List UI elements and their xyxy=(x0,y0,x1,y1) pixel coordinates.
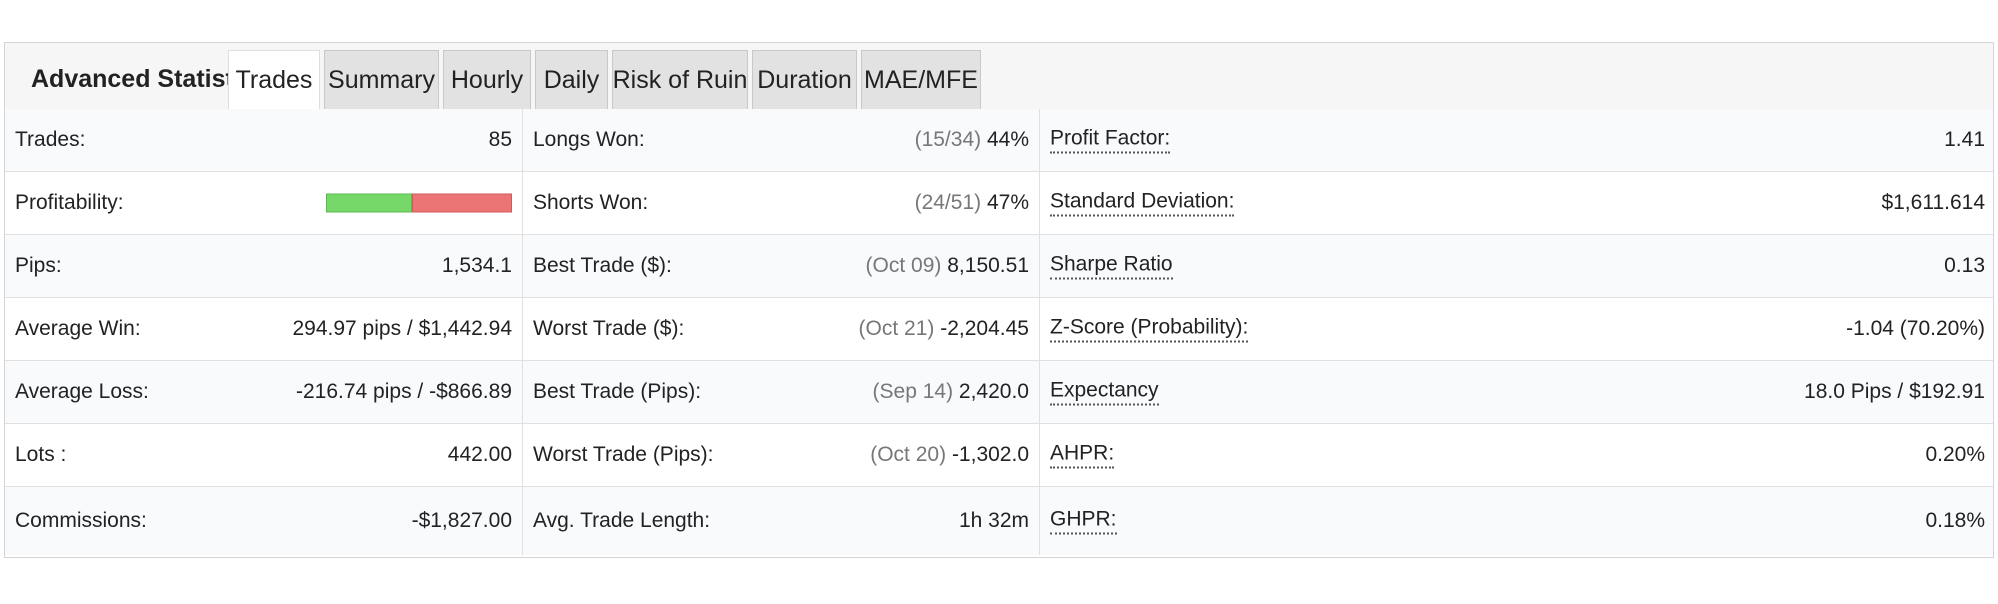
stat-expectancy: Expectancy 18.0 Pips / $192.91 xyxy=(1039,361,1995,423)
table-row: Pips: 1,534.1 Best Trade ($): (Oct 09) 8… xyxy=(5,235,1993,298)
stat-value: 0.20% xyxy=(1925,443,1985,466)
profitability-win-segment xyxy=(326,193,412,213)
stat-label: Commissions: xyxy=(15,509,147,532)
stat-label[interactable]: AHPR: xyxy=(1050,442,1115,469)
stat-value: -1.04 (70.20%) xyxy=(1846,317,1985,340)
stat-ahpr: AHPR: 0.20% xyxy=(1039,424,1995,486)
stat-label: Profitability: xyxy=(15,191,124,214)
stat-trades: Trades: 85 xyxy=(5,109,522,171)
tab-summary[interactable]: Summary xyxy=(324,50,439,109)
tab-daily[interactable]: Daily xyxy=(535,50,608,109)
stat-label[interactable]: Z-Score (Probability): xyxy=(1050,316,1249,343)
stat-commissions: Commissions: -$1,827.00 xyxy=(5,487,522,555)
stat-value: 294.97 pips / $1,442.94 xyxy=(292,317,512,340)
stat-label[interactable]: Sharpe Ratio xyxy=(1050,253,1173,280)
stat-value: 47% xyxy=(986,191,1029,214)
profitability-bar xyxy=(326,193,512,213)
tab-risk-of-ruin[interactable]: Risk of Ruin xyxy=(612,50,748,109)
stat-value: 1.41 xyxy=(1944,128,1985,151)
stat-ghpr: GHPR: 0.18% xyxy=(1039,487,1995,555)
stat-value: $1,611.614 xyxy=(1881,191,1985,214)
stat-value: -1,302.0 xyxy=(951,443,1029,466)
stat-note: (Oct 21) xyxy=(858,317,935,340)
stat-lots: Lots : 442.00 xyxy=(5,424,522,486)
stat-note: (24/51) xyxy=(914,191,982,214)
stat-label: Longs Won: xyxy=(533,128,645,151)
stat-label: Average Loss: xyxy=(15,380,149,403)
stat-label: Best Trade (Pips): xyxy=(533,380,702,403)
stat-label[interactable]: Expectancy xyxy=(1050,379,1159,406)
stat-label[interactable]: GHPR: xyxy=(1050,508,1117,535)
stat-value-group: (Sep 14) 2,420.0 xyxy=(873,380,1029,404)
advanced-statistics-panel: Advanced Statistics Trades Summary Hourl… xyxy=(4,42,1994,558)
stat-value: 442.00 xyxy=(447,443,512,466)
stat-value: 8,150.51 xyxy=(947,254,1029,277)
stat-label: Worst Trade ($): xyxy=(533,317,685,340)
stat-avg-trade-length: Avg. Trade Length: 1h 32m xyxy=(522,487,1039,555)
stat-value: 18.0 Pips / $192.91 xyxy=(1804,380,1985,403)
profitability-loss-segment xyxy=(411,193,512,213)
stat-label: Best Trade ($): xyxy=(533,254,672,277)
stat-shorts-won: Shorts Won: (24/51) 47% xyxy=(522,172,1039,234)
stat-note: (Sep 14) xyxy=(872,380,954,403)
stat-profitability: Profitability: xyxy=(5,172,522,234)
stat-value-group: (Oct 20) -1,302.0 xyxy=(870,443,1029,467)
stat-value: 1h 32m xyxy=(958,509,1029,532)
stat-sharpe-ratio: Sharpe Ratio 0.13 xyxy=(1039,235,1995,297)
stat-best-trade-pips: Best Trade (Pips): (Sep 14) 2,420.0 xyxy=(522,361,1039,423)
stat-label[interactable]: Profit Factor: xyxy=(1050,127,1171,154)
stat-value: 44% xyxy=(986,128,1029,151)
stat-label: Average Win: xyxy=(15,317,141,340)
stat-value-group: (24/51) 47% xyxy=(915,191,1029,215)
stat-value: -216.74 pips / -$866.89 xyxy=(296,380,512,403)
stat-label: Avg. Trade Length: xyxy=(533,509,711,532)
stat-value: -$1,827.00 xyxy=(411,509,512,532)
stat-average-loss: Average Loss: -216.74 pips / -$866.89 xyxy=(5,361,522,423)
stat-value: -2,204.45 xyxy=(940,317,1029,340)
table-row: Commissions: -$1,827.00 Avg. Trade Lengt… xyxy=(5,487,1993,555)
stat-standard-deviation: Standard Deviation: $1,611.614 xyxy=(1039,172,1995,234)
table-row: Lots : 442.00 Worst Trade (Pips): (Oct 2… xyxy=(5,424,1993,487)
stat-value-group: (Oct 09) 8,150.51 xyxy=(866,254,1029,278)
tab-hourly[interactable]: Hourly xyxy=(443,50,531,109)
stat-worst-trade-dollars: Worst Trade ($): (Oct 21) -2,204.45 xyxy=(522,298,1039,360)
table-row: Average Win: 294.97 pips / $1,442.94 Wor… xyxy=(5,298,1993,361)
stat-label[interactable]: Standard Deviation: xyxy=(1050,190,1235,217)
stat-note: (Oct 09) xyxy=(865,254,942,277)
stat-value: 2,420.0 xyxy=(958,380,1029,403)
stat-value: 1,534.1 xyxy=(441,254,512,277)
trades-stats-table: Trades: 85 Longs Won: (15/34) 44% Profit… xyxy=(5,109,1993,557)
stat-z-score: Z-Score (Probability): -1.04 (70.20%) xyxy=(1039,298,1995,360)
stat-worst-trade-pips: Worst Trade (Pips): (Oct 20) -1,302.0 xyxy=(522,424,1039,486)
stat-longs-won: Longs Won: (15/34) 44% xyxy=(522,109,1039,171)
stat-value-group: (15/34) 44% xyxy=(915,128,1029,152)
table-row: Profitability: Shorts Won: (24/51) 47% S… xyxy=(5,172,1993,235)
stat-label: Pips: xyxy=(15,254,62,277)
tab-duration[interactable]: Duration xyxy=(752,50,857,109)
stat-note: (15/34) xyxy=(914,128,982,151)
stat-value: 0.13 xyxy=(1944,254,1985,277)
stat-value: 85 xyxy=(488,128,512,151)
stat-label: Shorts Won: xyxy=(533,191,649,214)
stat-average-win: Average Win: 294.97 pips / $1,442.94 xyxy=(5,298,522,360)
table-row: Trades: 85 Longs Won: (15/34) 44% Profit… xyxy=(5,109,1993,172)
stat-value-group: 1h 32m xyxy=(959,509,1029,533)
tab-trades[interactable]: Trades xyxy=(228,50,320,109)
tab-mae-mfe[interactable]: MAE/MFE xyxy=(861,50,981,109)
stat-label: Worst Trade (Pips): xyxy=(533,443,714,466)
stat-profit-factor: Profit Factor: 1.41 xyxy=(1039,109,1995,171)
stat-label: Trades: xyxy=(15,128,86,151)
stat-value-group: (Oct 21) -2,204.45 xyxy=(859,317,1029,341)
stat-label: Lots : xyxy=(15,443,67,466)
table-row: Average Loss: -216.74 pips / -$866.89 Be… xyxy=(5,361,1993,424)
stat-value: 0.18% xyxy=(1925,509,1985,532)
tab-bar: Advanced Statistics Trades Summary Hourl… xyxy=(5,43,1993,109)
stat-best-trade-dollars: Best Trade ($): (Oct 09) 8,150.51 xyxy=(522,235,1039,297)
stat-pips: Pips: 1,534.1 xyxy=(5,235,522,297)
stat-note: (Oct 20) xyxy=(870,443,947,466)
